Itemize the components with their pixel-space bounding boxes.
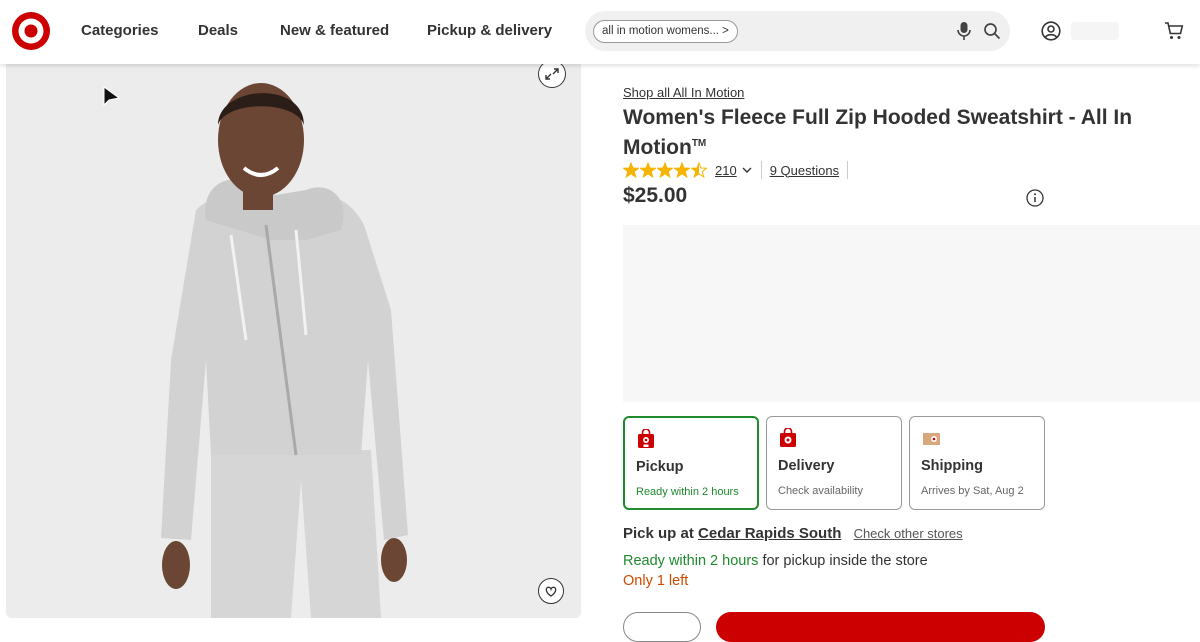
add-to-cart-button[interactable] [716,612,1045,642]
ready-time: Ready within 2 hours [623,553,759,569]
favorite-button[interactable] [538,578,564,604]
divider [847,161,849,179]
star-icon [674,162,690,178]
card-subtitle: Arrives by Sat, Aug 2 [921,485,1024,497]
card-subtitle: Check availability [778,485,863,497]
card-title: Delivery [778,458,835,474]
fulfillment-card-delivery[interactable]: Delivery Check availability [766,416,902,510]
product-title-text: Women's Fleece Full Zip Hooded Sweatshir… [623,106,1133,159]
cart-icon[interactable] [1164,21,1184,41]
review-count-link[interactable]: 210 [715,163,737,178]
fulfillment-card-pickup[interactable]: Pickup Ready within 2 hours [623,416,759,510]
questions-link[interactable]: 9 Questions [770,163,839,178]
target-logo-icon[interactable] [12,12,50,50]
nav-categories[interactable]: Categories [81,22,159,39]
nav-pickup-delivery[interactable]: Pickup & delivery [427,22,552,39]
product-photo-illustration [6,60,581,618]
card-title: Shipping [921,458,984,474]
account-name-placeholder[interactable] [1071,22,1119,40]
search-query-chip[interactable]: all in motion womens... > [593,20,738,43]
nav-new-featured[interactable]: New & featured [280,22,389,39]
product-image[interactable] [6,60,581,618]
search-icon[interactable] [983,22,1001,40]
nav-deals[interactable]: Deals [198,22,238,39]
search-bar[interactable]: all in motion womens... > [585,11,1010,51]
star-rating[interactable] [623,162,707,178]
product-title: Women's Fleece Full Zip Hooded Sweatshir… [623,105,1143,161]
chevron-down-icon[interactable] [741,164,753,176]
ready-suffix: for pickup inside the store [762,553,928,569]
card-title: Pickup [636,459,684,475]
divider [760,161,762,179]
brand-link[interactable]: Shop all All In Motion [623,85,744,100]
heart-icon [545,586,557,597]
expand-icon [545,68,559,80]
product-price: $25.00 [623,184,688,207]
ready-row: Ready within 2 hours for pickup inside t… [623,553,928,569]
store-bag-icon [638,429,654,448]
cursor-icon [103,86,121,107]
stock-status: Only 1 left [623,573,689,589]
info-icon[interactable] [1026,189,1044,207]
pickup-prefix: Pick up at [623,525,694,542]
star-icon [623,162,639,178]
card-subtitle: Ready within 2 hours [636,486,739,498]
promo-placeholder [623,225,1200,402]
quantity-selector[interactable] [623,612,701,642]
mic-icon[interactable] [955,21,973,41]
delivery-bag-icon [780,428,796,447]
star-icon [691,162,707,178]
store-name-link[interactable]: Cedar Rapids South [698,525,841,542]
shipping-box-icon [923,433,940,445]
star-icon [640,162,656,178]
account-icon[interactable] [1041,21,1061,41]
expand-image-button[interactable] [538,60,566,88]
site-header: Categories Deals New & featured Pickup &… [0,0,1200,64]
check-other-stores-link[interactable]: Check other stores [854,526,963,541]
rating-row: 210 9 Questions [623,160,849,180]
pickup-store-row: Pick up at Cedar Rapids South Check othe… [623,525,963,542]
star-icon [657,162,673,178]
trademark-mark: TM [691,138,707,149]
fulfillment-card-shipping[interactable]: Shipping Arrives by Sat, Aug 2 [909,416,1045,510]
